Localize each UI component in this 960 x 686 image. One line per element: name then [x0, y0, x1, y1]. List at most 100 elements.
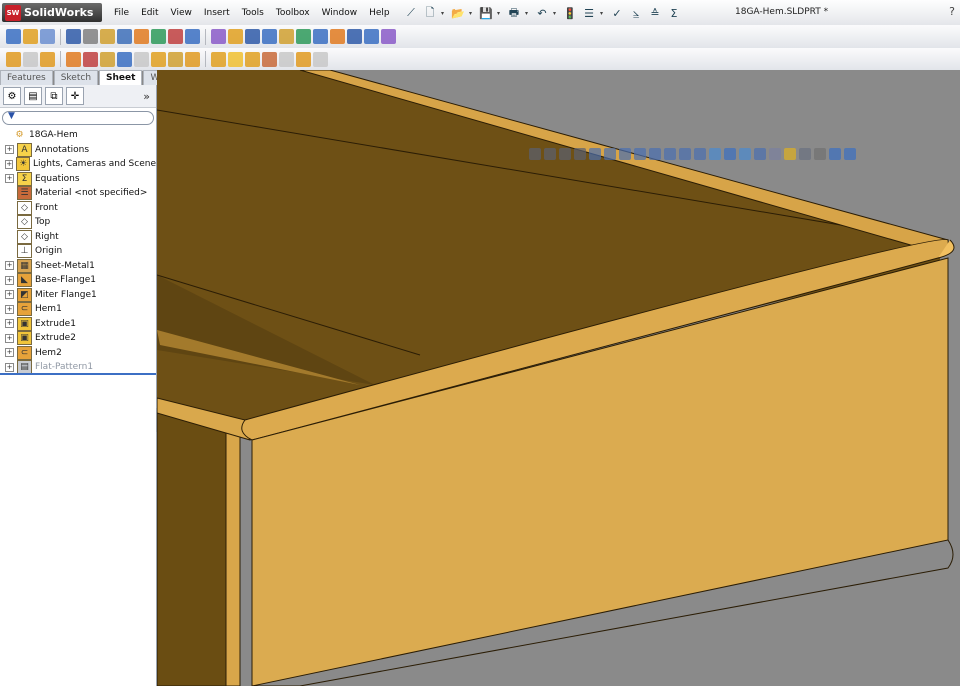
configuration-manager-icon[interactable]: ⧉: [45, 87, 63, 105]
expand-plus-icon[interactable]: +: [5, 319, 14, 329]
sheet-metal-tool-icon[interactable]: [185, 51, 200, 67]
tree-item[interactable]: + ▦ Sheet-Metal1: [0, 258, 156, 274]
tree-item[interactable]: ◇ Front: [0, 200, 156, 216]
view-tool-icon[interactable]: [664, 147, 676, 160]
expand-panel-icon[interactable]: »: [143, 90, 150, 103]
expand-plus-icon[interactable]: +: [5, 275, 14, 285]
view-tool-icon[interactable]: [844, 147, 856, 160]
menu-view[interactable]: View: [165, 8, 198, 18]
view-tool-icon[interactable]: [619, 147, 631, 160]
dropdown-arrow-icon[interactable]: ▾: [469, 10, 475, 17]
view-tool-icon[interactable]: [754, 147, 766, 160]
view-tool-icon[interactable]: [769, 147, 781, 160]
sheet-metal-tool-icon[interactable]: [211, 51, 226, 67]
tree-item[interactable]: + ⊂ Hem1: [0, 302, 156, 317]
feature-filter-input[interactable]: ▼: [2, 111, 154, 125]
sheet-metal-tool-icon[interactable]: [296, 51, 311, 67]
solidworks-logo[interactable]: SW SolidWorks: [2, 3, 102, 22]
menu-edit[interactable]: Edit: [135, 8, 164, 18]
feature-tool-icon[interactable]: [40, 29, 55, 44]
view-tool-icon[interactable]: [529, 147, 541, 160]
feature-tool-icon[interactable]: [296, 29, 311, 44]
view-tool-icon[interactable]: [829, 147, 841, 160]
sheet-metal-tool-icon[interactable]: [117, 51, 132, 67]
view-tool-icon[interactable]: [544, 147, 556, 160]
view-tool-icon[interactable]: [589, 147, 601, 160]
sheet-metal-tool-icon[interactable]: [279, 51, 294, 67]
menu-insert[interactable]: Insert: [198, 8, 236, 18]
pin-icon[interactable]: ⟋: [403, 5, 419, 21]
tree-item[interactable]: + ⊂ Hem2: [0, 345, 156, 361]
sheet-metal-tool-icon[interactable]: [245, 51, 260, 67]
feature-tool-icon[interactable]: [23, 29, 38, 44]
tree-item[interactable]: ◇ Top: [0, 215, 156, 230]
view-tool-icon[interactable]: [694, 147, 706, 160]
tree-item[interactable]: + ◣ Base-Flange1: [0, 273, 156, 288]
tree-item[interactable]: + ☀ Lights, Cameras and Scene: [0, 157, 156, 172]
dropdown-arrow-icon[interactable]: ▾: [497, 10, 503, 17]
expand-plus-icon[interactable]: +: [5, 348, 14, 358]
help-icon[interactable]: ?: [949, 5, 955, 18]
feature-tool-icon[interactable]: [245, 29, 260, 44]
view-tool-icon[interactable]: [709, 147, 721, 160]
feature-tool-icon[interactable]: [185, 29, 200, 44]
view-tool-icon[interactable]: [634, 147, 646, 160]
view-tool-icon[interactable]: [649, 147, 661, 160]
tree-item[interactable]: ◇ Right: [0, 229, 156, 245]
sheet-metal-tool-icon[interactable]: [228, 51, 243, 67]
view-tool-icon[interactable]: [679, 147, 691, 160]
menu-help[interactable]: Help: [363, 8, 396, 18]
new-document-icon[interactable]: 🗋: [422, 5, 438, 21]
view-tool-icon[interactable]: [799, 147, 811, 160]
tab-sheet-metal[interactable]: Sheet Metal: [99, 70, 143, 97]
sheet-metal-tool-icon[interactable]: [262, 51, 277, 67]
dropdown-arrow-icon[interactable]: ▾: [525, 10, 531, 17]
view-tool-icon[interactable]: [724, 147, 736, 160]
tree-item[interactable]: + Σ Equations: [0, 171, 156, 187]
feature-tool-icon[interactable]: [117, 29, 132, 44]
open-folder-icon[interactable]: 📂: [450, 5, 466, 21]
feature-tool-icon[interactable]: [381, 29, 396, 44]
sheet-metal-tool-icon[interactable]: [100, 51, 115, 67]
tree-item[interactable]: + A Annotations: [0, 142, 156, 158]
feature-tool-icon[interactable]: [168, 29, 183, 44]
view-tool-icon[interactable]: [604, 147, 616, 160]
sheet-metal-tool-icon[interactable]: [23, 51, 38, 67]
feature-tool-icon[interactable]: [134, 29, 149, 44]
spell-check-icon[interactable]: ✓: [609, 5, 625, 21]
feature-tool-icon[interactable]: [330, 29, 345, 44]
sheet-metal-tool-icon[interactable]: [168, 51, 183, 67]
expand-plus-icon[interactable]: +: [5, 261, 14, 271]
sheet-metal-tool-icon[interactable]: [313, 51, 328, 67]
rebuild-icon[interactable]: 🚦: [562, 5, 578, 21]
menu-toolbox[interactable]: Toolbox: [270, 8, 316, 18]
expand-plus-icon[interactable]: +: [5, 290, 14, 300]
view-tool-icon[interactable]: [784, 147, 796, 160]
feature-manager-icon[interactable]: ⚙: [3, 87, 21, 105]
feature-tool-icon[interactable]: [228, 29, 243, 44]
save-icon[interactable]: 💾: [478, 5, 494, 21]
tree-root[interactable]: ⚙ 18GA-Hem: [0, 128, 156, 143]
feature-tool-icon[interactable]: [279, 29, 294, 44]
dropdown-arrow-icon[interactable]: ▾: [441, 10, 447, 17]
sheet-metal-tool-icon[interactable]: [134, 51, 149, 67]
sheet-metal-tool-icon[interactable]: [66, 51, 81, 67]
tree-item[interactable]: + ▣ Extrude1: [0, 316, 156, 332]
feature-tool-icon[interactable]: [66, 29, 81, 44]
feature-tool-icon[interactable]: [100, 29, 115, 44]
expand-plus-icon[interactable]: +: [5, 304, 14, 314]
menu-tools[interactable]: Tools: [236, 8, 270, 18]
view-tool-icon[interactable]: [559, 147, 571, 160]
tree-item[interactable]: ⊥ Origin: [0, 244, 156, 259]
sheet-metal-tool-icon[interactable]: [151, 51, 166, 67]
property-manager-icon[interactable]: ▤: [24, 87, 42, 105]
tab-sketch[interactable]: Sketch: [53, 70, 99, 85]
menu-window[interactable]: Window: [316, 8, 364, 18]
feature-tool-icon[interactable]: [262, 29, 277, 44]
expand-plus-icon[interactable]: +: [5, 174, 14, 184]
equations-sigma-icon[interactable]: Σ: [666, 5, 682, 21]
menu-file[interactable]: File: [108, 8, 135, 18]
tab-features[interactable]: Features: [0, 70, 53, 85]
view-tool-icon[interactable]: [739, 147, 751, 160]
view-tool-icon[interactable]: [574, 147, 586, 160]
